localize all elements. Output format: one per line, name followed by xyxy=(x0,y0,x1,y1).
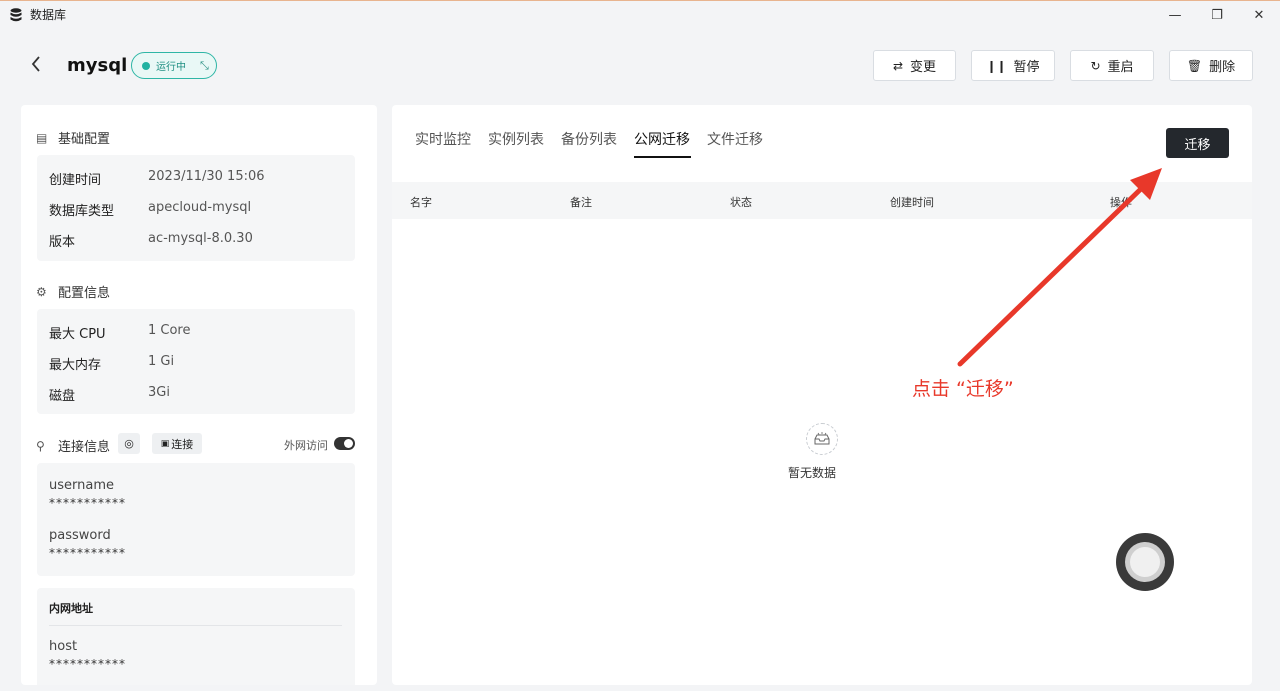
annotation-text: 点击 “迁移” xyxy=(912,378,1014,400)
floating-assistive-button[interactable] xyxy=(1116,533,1174,591)
annotation-arrow xyxy=(957,168,1162,367)
